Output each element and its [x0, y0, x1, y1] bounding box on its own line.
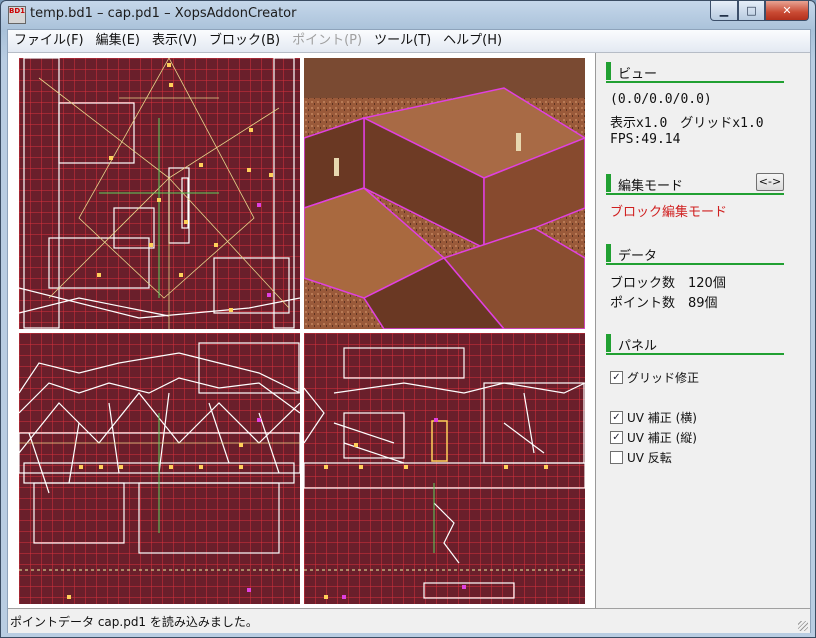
checkbox-label: UV 補正 (縦)	[627, 431, 697, 445]
3d-view-pane[interactable]	[304, 58, 585, 329]
client-area: ファイル(F) 編集(E) 表示(V) ブロック(B) ポイント(P) ツール(…	[7, 29, 811, 633]
grid-fix-checkbox[interactable]: ✓ グリッド修正	[610, 369, 699, 386]
panel-heading: パネル	[618, 339, 658, 354]
section-marker	[606, 244, 611, 262]
data-section-header: データ	[606, 243, 784, 265]
fps-counter: FPS:49.14	[610, 132, 681, 147]
menu-block[interactable]: ブロック(B)	[203, 30, 286, 52]
menu-view[interactable]: 表示(V)	[146, 30, 203, 52]
checkbox-label: UV 補正 (横)	[627, 411, 697, 425]
view-heading: ビュー	[618, 67, 658, 82]
top-view-pane[interactable]	[19, 58, 300, 329]
menu-bar: ファイル(F) 編集(E) 表示(V) ブロック(B) ポイント(P) ツール(…	[8, 30, 810, 53]
side-panel: ビュー (0.0/0.0/0.0) 表示x1.0 グリッドx1.0 FPS:49…	[596, 53, 810, 608]
menu-file[interactable]: ファイル(F)	[8, 30, 90, 52]
edit-mode-heading: 編集モード	[618, 179, 684, 194]
side-view-pane[interactable]	[304, 333, 585, 604]
section-marker	[606, 334, 611, 352]
panel-section-header: パネル	[606, 333, 784, 355]
checkbox-box[interactable]: ✓	[610, 431, 623, 444]
side-view-canvas[interactable]	[304, 333, 585, 604]
status-message: ポイントデータ cap.pd1 を読み込みました。	[10, 615, 258, 629]
menu-point[interactable]: ポイント(P)	[286, 30, 368, 52]
block-count: ブロック数 120個	[610, 276, 726, 291]
zoom-grid-info: 表示x1.0 グリッドx1.0	[610, 116, 764, 131]
top-view-canvas[interactable]	[19, 58, 300, 329]
checkbox-label: グリッド修正	[627, 371, 700, 385]
section-marker	[606, 174, 611, 192]
mode-toggle-button[interactable]: <->	[756, 173, 784, 191]
resize-grip[interactable]	[798, 621, 808, 631]
status-bar: ポイントデータ cap.pd1 を読み込みました。	[8, 608, 810, 633]
3d-view-canvas[interactable]	[304, 58, 585, 329]
app-icon: BD1	[8, 6, 26, 24]
checkbox-box[interactable]	[610, 451, 623, 464]
uv-flip-checkbox[interactable]: UV 反転	[610, 449, 672, 466]
point-count: ポイント数 89個	[610, 296, 718, 311]
app-window: BD1 temp.bd1 – cap.pd1 – XopsAddonCreato…	[0, 0, 816, 638]
menu-help[interactable]: ヘルプ(H)	[437, 30, 508, 52]
checkbox-box[interactable]: ✓	[610, 411, 623, 424]
current-edit-mode: ブロック編集モード	[610, 205, 728, 220]
front-view-pane[interactable]	[19, 333, 300, 604]
window-controls: ▁ □ ✕	[710, 1, 809, 21]
front-view-canvas[interactable]	[19, 333, 300, 604]
maximize-button[interactable]: □	[738, 1, 765, 21]
menu-tool[interactable]: ツール(T)	[368, 30, 437, 52]
section-marker	[606, 62, 611, 80]
uv-vertical-checkbox[interactable]: ✓ UV 補正 (縦)	[610, 429, 697, 446]
checkbox-box[interactable]: ✓	[610, 371, 623, 384]
checkbox-label: UV 反転	[627, 451, 672, 465]
title-bar[interactable]: BD1 temp.bd1 – cap.pd1 – XopsAddonCreato…	[1, 1, 815, 29]
window-title: temp.bd1 – cap.pd1 – XopsAddonCreator	[30, 6, 297, 21]
data-heading: データ	[618, 249, 658, 264]
minimize-button[interactable]: ▁	[710, 1, 738, 21]
uv-horizontal-checkbox[interactable]: ✓ UV 補正 (横)	[610, 409, 697, 426]
view-section-header: ビュー	[606, 61, 784, 83]
close-button[interactable]: ✕	[765, 1, 809, 21]
camera-position: (0.0/0.0/0.0)	[610, 92, 712, 107]
menu-edit[interactable]: 編集(E)	[90, 30, 146, 52]
viewport-area	[8, 53, 595, 608]
